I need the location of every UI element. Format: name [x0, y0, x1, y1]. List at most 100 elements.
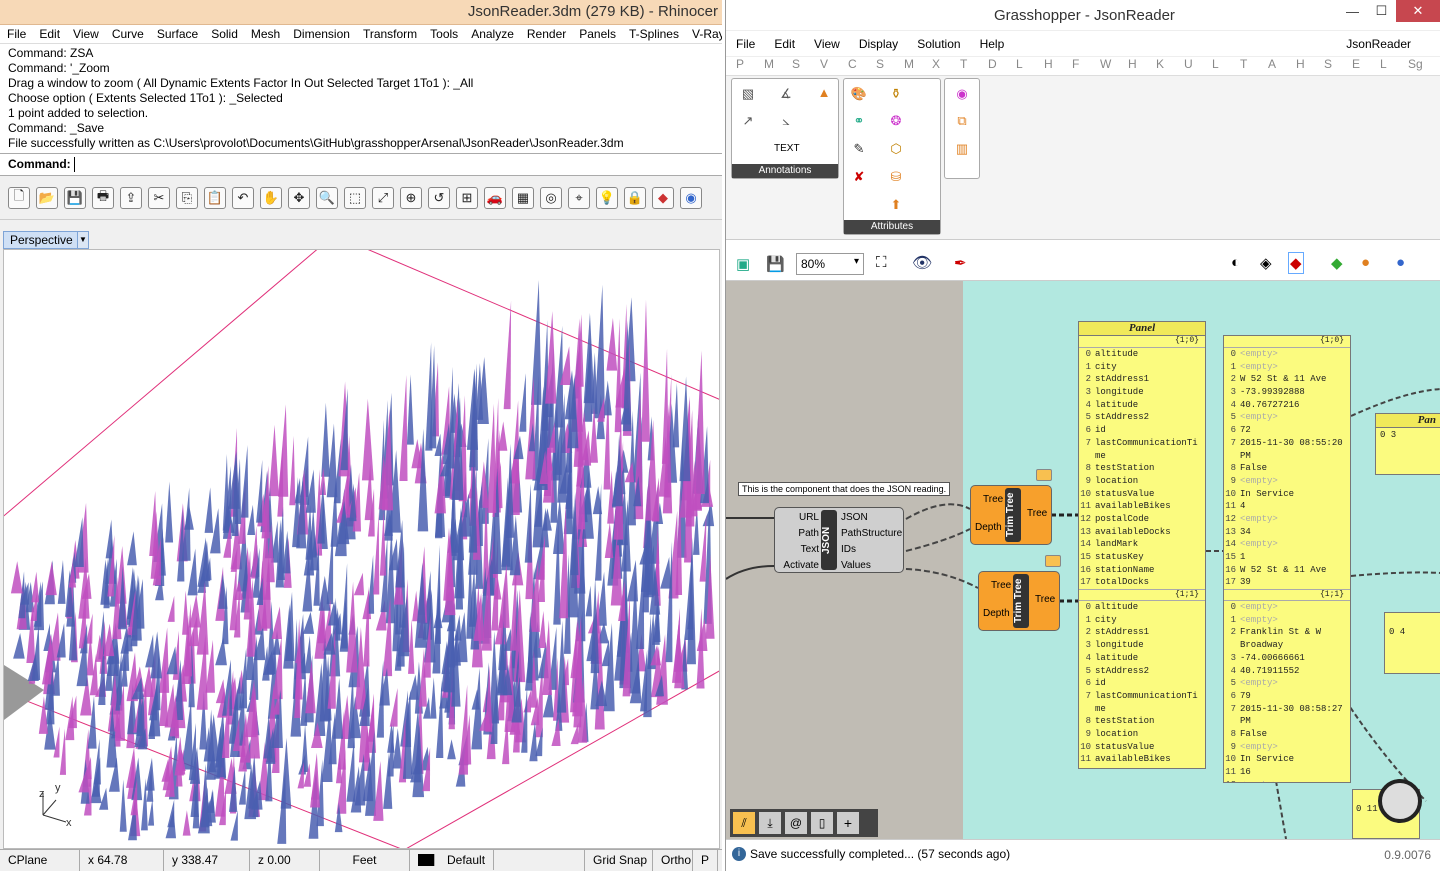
undo-view-icon[interactable]: ↺ [428, 186, 450, 209]
gh-tab[interactable]: H [1296, 57, 1324, 75]
chevron-down-icon[interactable]: ▼ [77, 232, 88, 248]
trim2-input-depth[interactable]: Depth [983, 608, 1010, 619]
zoom-extents-icon[interactable]: ⤢ [372, 186, 394, 209]
gh-tab[interactable]: V [820, 57, 848, 75]
planar-toggle[interactable]: P [693, 850, 719, 871]
edit-icon[interactable]: ✎ [849, 139, 869, 159]
menu-item-t-splines[interactable]: T-Splines [622, 25, 685, 41]
open-file-icon[interactable]: ▣ [736, 255, 750, 273]
car-icon[interactable]: 🚗 [484, 186, 506, 209]
gh-menu-item-solution[interactable]: Solution [917, 37, 960, 51]
nodes-icon[interactable]: ⚭ [849, 111, 869, 131]
gh-tab[interactable]: A [1268, 57, 1296, 75]
zoom-selected-icon[interactable]: ⊕ [400, 186, 422, 209]
lock-icon[interactable]: 🔒 [624, 186, 646, 209]
minimize-icon[interactable]: — [1338, 0, 1367, 22]
delete-icon[interactable]: ✘ [849, 167, 869, 187]
ortho-toggle[interactable]: Ortho [653, 850, 693, 871]
menu-item-view[interactable]: View [66, 25, 105, 41]
menu-item-analyze[interactable]: Analyze [464, 25, 520, 41]
copy-icon[interactable]: ⎘ [176, 186, 198, 209]
menu-item-panels[interactable]: Panels [572, 25, 622, 41]
json-input-path[interactable]: Path [775, 526, 819, 542]
gh-tab[interactable]: E [1352, 57, 1380, 75]
stack-icon[interactable]: ⧉ [952, 111, 972, 131]
json-reader-component[interactable]: URL Path Text Activate JSON JSON PathStructu… [774, 507, 904, 573]
zoom-select[interactable]: 80% ▾ [796, 253, 864, 275]
menu-item-surface[interactable]: Surface [150, 25, 204, 41]
leader-icon[interactable]: ↗ [738, 111, 758, 131]
new-file-icon[interactable]: 🗋 [8, 186, 30, 209]
color-wheel-icon[interactable]: ◉ [952, 84, 972, 104]
json-input-text[interactable]: Text [775, 542, 819, 558]
cylinder-icon[interactable]: ⛁ [886, 167, 906, 187]
perspective-viewport[interactable]: z y x [3, 249, 720, 849]
menu-item-edit[interactable]: Edit [32, 25, 66, 41]
paste-icon[interactable]: 📋 [204, 186, 226, 209]
gh-menu-item-file[interactable]: File [736, 37, 755, 51]
gh-menu-item-edit[interactable]: Edit [774, 37, 795, 51]
maximize-icon[interactable]: ☐ [1367, 0, 1396, 22]
menu-item-tools[interactable]: Tools [423, 25, 464, 41]
open-folder-icon[interactable]: 📂 [36, 186, 58, 209]
preview-shade-icon[interactable]: ◈ [1260, 254, 1272, 272]
trim1-output-tree[interactable]: Tree [1027, 508, 1047, 519]
point-icon[interactable]: ◎ [540, 186, 562, 209]
trim-tree-component-2[interactable]: Tree Depth Trim Tree Tree [978, 571, 1060, 631]
grid-icon[interactable]: ▦ [512, 186, 534, 209]
json-input-url[interactable]: URL [775, 510, 819, 526]
brush-icon[interactable]: 🎨 [849, 84, 869, 104]
undo-icon[interactable]: ↶ [232, 186, 254, 209]
download-icon[interactable]: ⤓ [759, 812, 781, 834]
gh-tab[interactable]: S [876, 57, 904, 75]
color-dots-icon[interactable]: ❂ [886, 111, 906, 131]
light-bulb-icon[interactable]: 💡 [596, 186, 618, 209]
gh-tab[interactable]: P [736, 57, 764, 75]
layer-indicator[interactable]: Default [410, 850, 585, 871]
json-output-json[interactable]: JSON [841, 510, 902, 526]
panel-small-1[interactable]: Pan 0 3 [1375, 413, 1440, 475]
sketch-pen-icon[interactable]: ✒ [954, 254, 967, 272]
preview-eye-icon[interactable]: 👁 [912, 253, 932, 273]
save-icon[interactable]: 💾 [64, 186, 86, 209]
layers-icon[interactable]: ◆ [652, 186, 674, 209]
command-input[interactable] [73, 157, 674, 172]
json-output-pathstructure[interactable]: PathStructure [841, 526, 902, 542]
panel-keys[interactable]: Panel {1;0} 0 altitude 1 city 2 stAddress1 3 lo… [1078, 321, 1206, 769]
gh-tab[interactable]: S [792, 57, 820, 75]
gh-tab[interactable]: U [1184, 57, 1212, 75]
gh-tab[interactable]: H [1128, 57, 1156, 75]
gh-canvas[interactable]: This is the component that does the JSON… [726, 281, 1440, 839]
preview-selected-icon[interactable]: ◆ [1288, 252, 1304, 274]
wire-display-icon[interactable]: ⫽ [733, 812, 755, 834]
menu-item-mesh[interactable]: Mesh [244, 25, 286, 41]
gh-document-name[interactable]: JsonReader [1346, 37, 1411, 51]
material-icon[interactable]: ● [1361, 254, 1370, 271]
gh-tab[interactable]: L [1380, 57, 1408, 75]
gh-tab[interactable]: F [1072, 57, 1100, 75]
pan-hand-icon[interactable]: ✋ [260, 186, 282, 209]
add-icon[interactable]: + [837, 812, 859, 834]
trim1-input-depth[interactable]: Depth [975, 522, 1002, 533]
osnap-icon[interactable]: ⌖ [568, 186, 590, 209]
gh-tab[interactable]: S [1324, 57, 1352, 75]
json-input-activate[interactable]: Activate [775, 558, 819, 574]
trim-tree-component-1[interactable]: Tree Depth Trim Tree Tree [970, 485, 1052, 545]
zoom-icon[interactable]: 🔍 [316, 186, 338, 209]
layers-stack-icon[interactable]: ▥ [952, 139, 972, 159]
gh-tab[interactable]: L [1016, 57, 1044, 75]
save-file-icon[interactable]: 💾 [766, 255, 785, 273]
gh-menu-item-view[interactable]: View [814, 37, 840, 51]
menu-item-render[interactable]: Render [520, 25, 572, 41]
preview-wire-icon[interactable]: ◐ [1231, 254, 1240, 271]
cone-icon[interactable]: ▲ [814, 82, 834, 102]
menu-item-file[interactable]: File [0, 25, 32, 41]
gh-tab[interactable]: M [904, 57, 932, 75]
display-sphere-icon[interactable]: ● [1396, 254, 1405, 271]
gh-tab[interactable]: D [988, 57, 1016, 75]
text-label[interactable]: TEXT [774, 143, 800, 154]
bake-green-icon[interactable]: ◆ [1331, 254, 1343, 272]
dimension-icon[interactable]: ∡ [776, 84, 796, 104]
gh-tab[interactable]: T [1240, 57, 1268, 75]
rotate-view-icon[interactable]: ✥ [288, 186, 310, 209]
